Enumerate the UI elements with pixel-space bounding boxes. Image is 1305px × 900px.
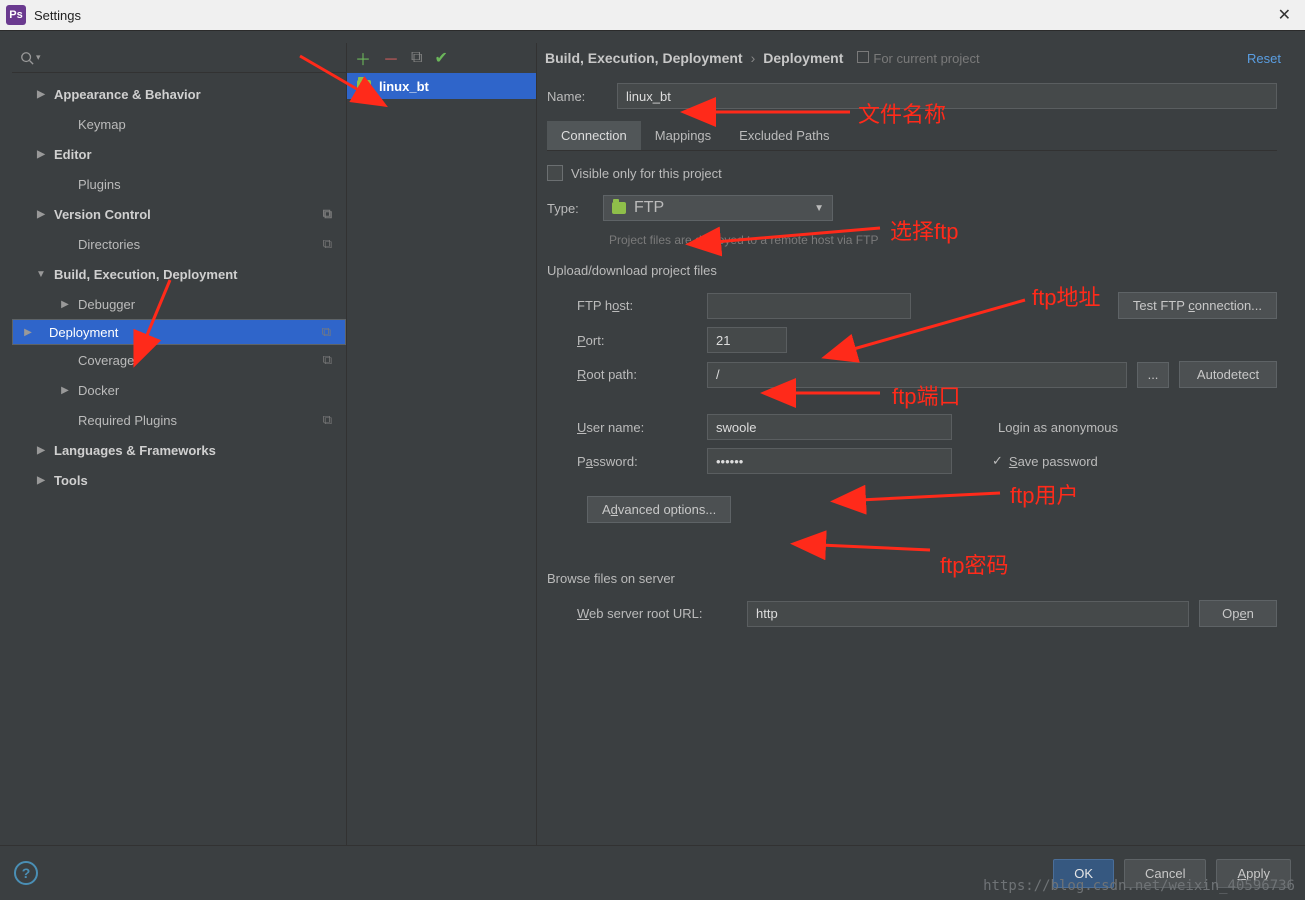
- chevron-down-icon: ▼: [814, 203, 824, 214]
- autodetect-button[interactable]: Autodetect: [1179, 361, 1277, 388]
- browse-root-button[interactable]: ...: [1137, 362, 1169, 388]
- tab-excluded[interactable]: Excluded Paths: [725, 121, 843, 150]
- port-field[interactable]: [707, 327, 787, 353]
- tree-item-tools[interactable]: ▶Tools: [12, 465, 346, 495]
- name-label: Name:: [547, 89, 607, 104]
- tabs: Connection Mappings Excluded Paths: [547, 121, 1277, 151]
- section-browse: Browse files on server: [547, 571, 1277, 586]
- tree-item-build-execution-deployment[interactable]: ▼Build, Execution, Deployment: [12, 259, 346, 289]
- tree-item-directories[interactable]: ▶Directories⧉: [12, 229, 346, 259]
- settings-sidebar: ▾ ▶Appearance & Behavior▶Keymap▶Editor▶P…: [12, 43, 347, 845]
- visible-only-checkbox[interactable]: Visible only for this project: [547, 165, 1277, 181]
- app-icon: Ps: [6, 5, 26, 25]
- server-item-label: linux_bt: [379, 79, 429, 94]
- titlebar: Ps Settings ✕: [0, 0, 1305, 30]
- host-label: FTP host:: [547, 298, 697, 313]
- help-icon[interactable]: ?: [14, 861, 38, 885]
- breadcrumb: Build, Execution, Deployment › Deploymen…: [537, 43, 1293, 73]
- server-toolbar: ＋ － ⧉ ✔: [347, 43, 536, 73]
- root-field[interactable]: [707, 362, 1127, 388]
- tree-item-plugins[interactable]: ▶Plugins: [12, 169, 346, 199]
- name-field[interactable]: [617, 83, 1277, 109]
- reset-link[interactable]: Reset: [1247, 51, 1281, 66]
- tree-item-version-control[interactable]: ▶Version Control⧉: [12, 199, 346, 229]
- check-icon[interactable]: ✔: [434, 48, 447, 68]
- tree-item-languages-frameworks[interactable]: ▶Languages & Frameworks: [12, 435, 346, 465]
- url-label: Web server root URL:: [547, 606, 737, 621]
- search-input[interactable]: ▾: [12, 43, 346, 73]
- tree-item-editor[interactable]: ▶Editor: [12, 139, 346, 169]
- section-upload: Upload/download project files: [547, 263, 1277, 278]
- server-item-linux-bt[interactable]: linux_bt: [347, 73, 536, 99]
- type-label: Type:: [547, 201, 593, 216]
- host-field[interactable]: [707, 293, 911, 319]
- type-hint: Project files are deployed to a remote h…: [547, 233, 1277, 247]
- open-button[interactable]: Open: [1199, 600, 1277, 627]
- remove-server-icon[interactable]: －: [383, 46, 399, 70]
- breadcrumb-seg2: Deployment: [763, 50, 843, 66]
- close-icon[interactable]: ✕: [1270, 1, 1299, 29]
- password-field[interactable]: [707, 448, 952, 474]
- type-value: FTP: [634, 199, 664, 217]
- tree-item-keymap[interactable]: ▶Keymap: [12, 109, 346, 139]
- tree-item-deployment[interactable]: ▶Deployment⧉: [12, 319, 346, 345]
- chevron-right-icon: ›: [751, 50, 756, 66]
- project-scope-hint: For current project: [857, 51, 979, 66]
- servers-column: ＋ － ⧉ ✔ linux_bt: [347, 43, 537, 845]
- port-label: Port:: [547, 333, 697, 348]
- ftp-icon: [357, 80, 371, 92]
- window-title: Settings: [34, 8, 1270, 23]
- advanced-options-button[interactable]: Advanced options...: [587, 496, 731, 523]
- add-server-icon[interactable]: ＋: [355, 46, 371, 70]
- visible-only-label: Visible only for this project: [571, 166, 722, 181]
- url-field[interactable]: [747, 601, 1189, 627]
- tree-item-debugger[interactable]: ▶Debugger: [12, 289, 346, 319]
- ftp-icon: [612, 202, 626, 214]
- settings-tree: ▶Appearance & Behavior▶Keymap▶Editor▶Plu…: [12, 73, 346, 845]
- user-field[interactable]: [707, 414, 952, 440]
- tree-item-required-plugins[interactable]: ▶Required Plugins⧉: [12, 405, 346, 435]
- breadcrumb-seg1: Build, Execution, Deployment: [545, 50, 743, 66]
- password-label: Password:: [547, 454, 697, 469]
- save-password-checkbox[interactable]: ✓Save password: [992, 453, 1098, 469]
- root-label: Root path:: [547, 367, 697, 382]
- test-connection-button[interactable]: Test FTP connection...: [1118, 292, 1277, 319]
- details-panel: Build, Execution, Deployment › Deploymen…: [537, 43, 1293, 845]
- watermark: https://blog.csdn.net/weixin_40596736: [983, 878, 1295, 894]
- copy-icon[interactable]: ⧉: [411, 49, 422, 67]
- tree-item-docker[interactable]: ▶Docker: [12, 375, 346, 405]
- tree-item-coverage[interactable]: ▶Coverage⧉: [12, 345, 346, 375]
- tab-connection[interactable]: Connection: [547, 121, 641, 150]
- tree-item-appearance-behavior[interactable]: ▶Appearance & Behavior: [12, 79, 346, 109]
- tab-mappings[interactable]: Mappings: [641, 121, 725, 150]
- anonymous-checkbox[interactable]: Login as anonymous: [992, 420, 1118, 435]
- user-label: User name:: [547, 420, 697, 435]
- type-select[interactable]: FTP ▼: [603, 195, 833, 221]
